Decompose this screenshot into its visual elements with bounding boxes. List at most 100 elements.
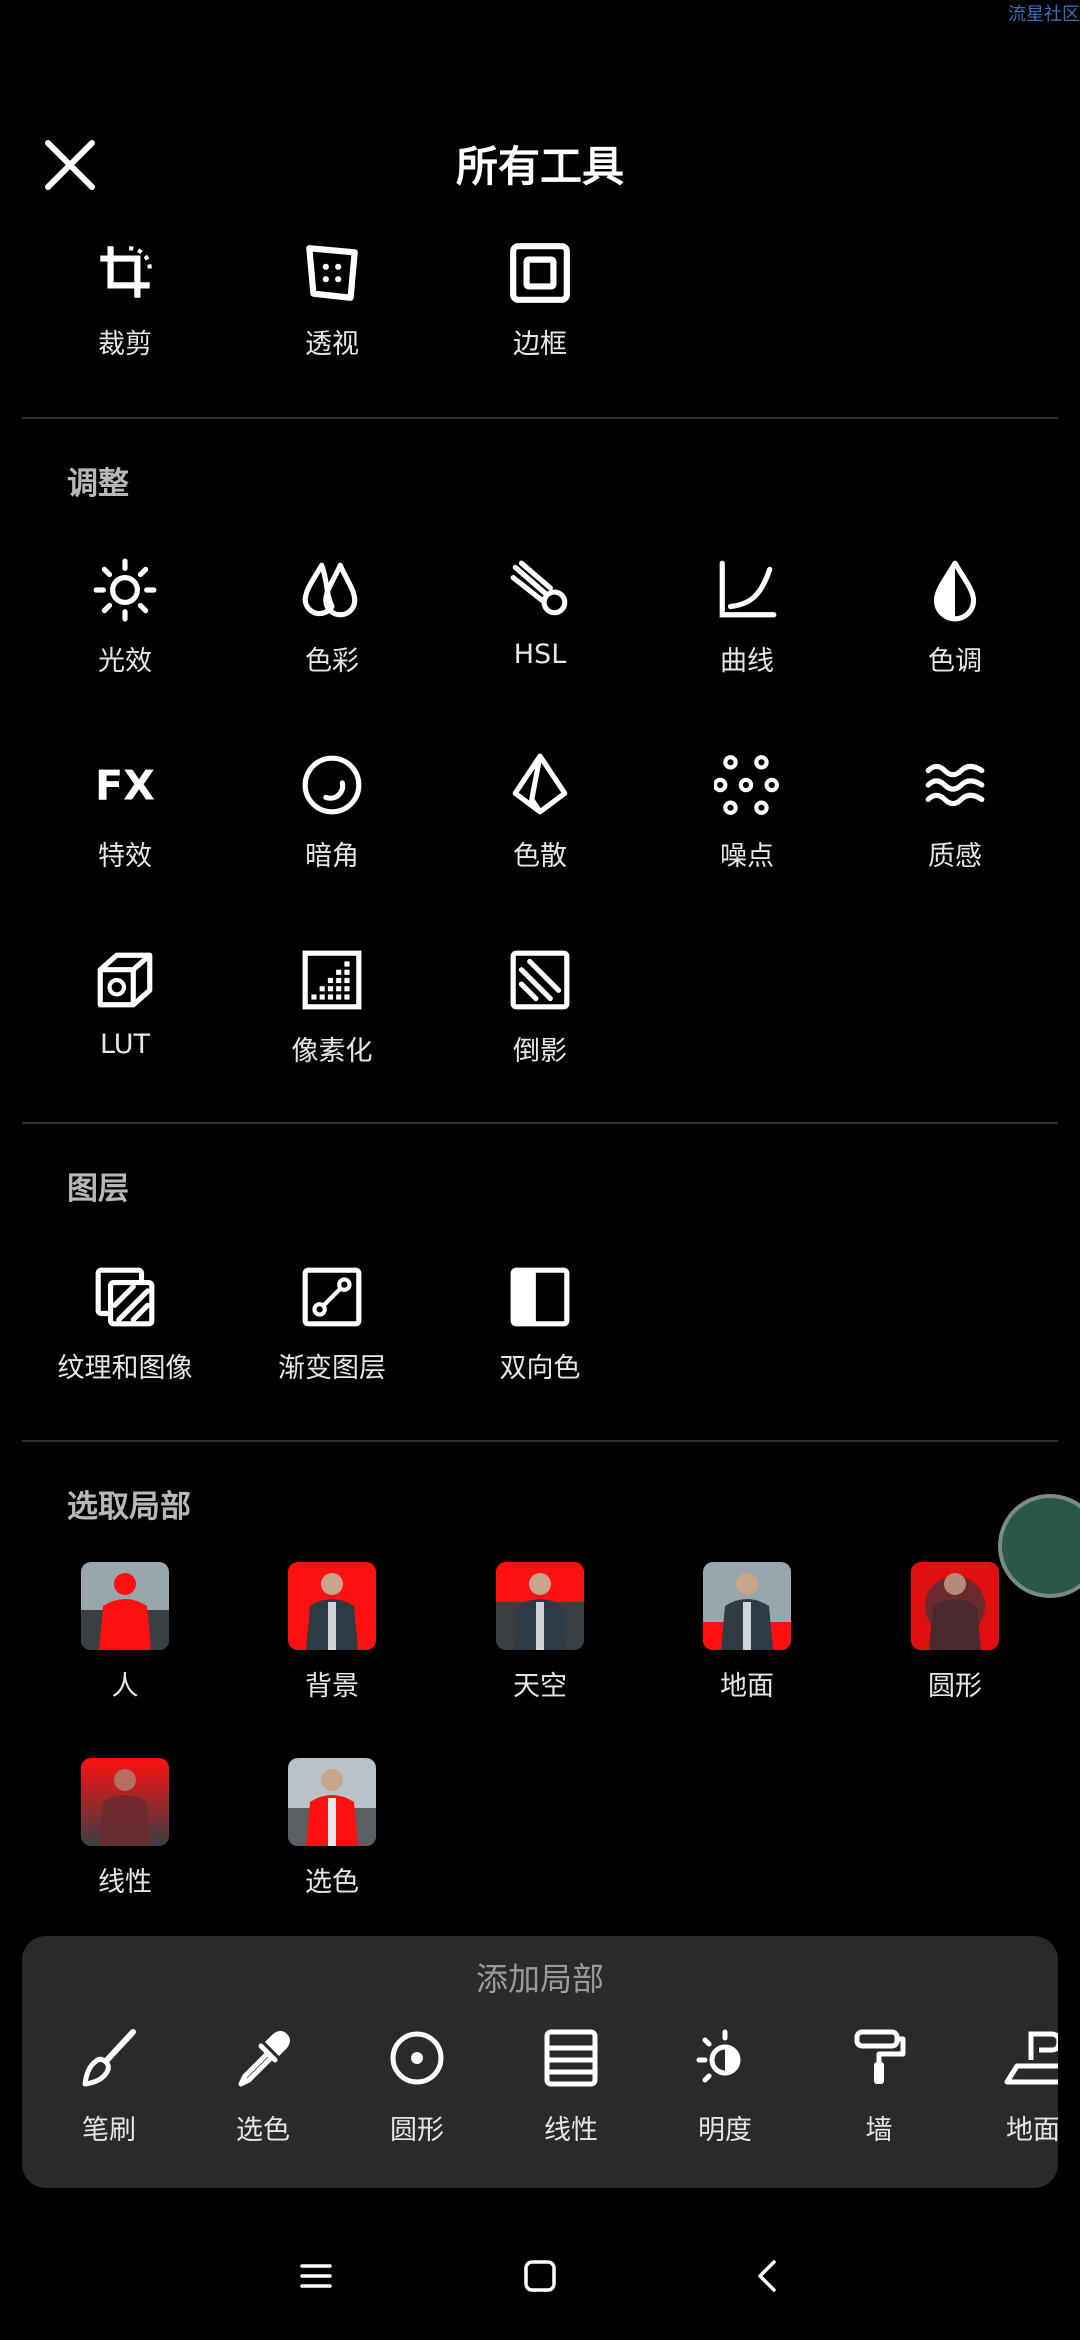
tool-label: 人	[111, 1671, 139, 1702]
add-brush-button[interactable]: 笔刷	[39, 2026, 179, 2147]
linear-thumbnail	[81, 1758, 169, 1846]
tool-crop[interactable]: 裁剪	[21, 238, 229, 361]
tool-label: 色彩	[305, 646, 359, 677]
noise-icon	[714, 755, 779, 815]
ground-thumbnail	[703, 1562, 791, 1650]
tool-label: 倒影	[513, 1036, 567, 1067]
brush-icon	[82, 2029, 136, 2087]
waves-icon	[925, 763, 985, 807]
local-ground[interactable]: 地面	[643, 1562, 851, 1703]
add-ground-button[interactable]: 地面	[963, 2026, 1058, 2147]
tool-noise[interactable]: 噪点	[643, 750, 851, 873]
tool-label: 圆形	[390, 2115, 444, 2146]
add-circle-button[interactable]: 圆形	[347, 2026, 487, 2147]
nav-home-button[interactable]	[510, 2246, 570, 2306]
frame-icon	[510, 243, 570, 303]
tool-color[interactable]: 色彩	[228, 555, 436, 678]
tool-light[interactable]: 光效	[21, 555, 229, 678]
tool-label: 渐变图层	[278, 1353, 386, 1384]
panel-title: 添加局部	[475, 1960, 604, 1998]
person-thumbnail	[81, 1562, 169, 1650]
paint-roller-icon	[854, 2029, 906, 2084]
local-background[interactable]: 背景	[228, 1562, 436, 1703]
tool-texture[interactable]: 质感	[851, 750, 1059, 873]
nav-back-button[interactable]	[738, 2246, 798, 2306]
tool-label: 特效	[98, 841, 152, 872]
drops-icon	[302, 562, 358, 618]
section-divider	[22, 417, 1058, 419]
tool-label: 背景	[305, 1671, 359, 1702]
texture-icon	[95, 1267, 155, 1327]
local-linear[interactable]: 线性	[21, 1758, 229, 1899]
tool-label: 地面	[720, 1671, 774, 1702]
add-wall-button[interactable]: 墙	[809, 2026, 949, 2147]
tool-label: 双向色	[499, 1353, 581, 1384]
svg-text:FX: FX	[95, 761, 155, 809]
pixelate-icon	[302, 950, 362, 1010]
section-divider	[22, 1122, 1058, 1124]
eyedropper-icon	[238, 2031, 290, 2087]
tool-frame[interactable]: 边框	[436, 238, 644, 361]
tool-curve[interactable]: 曲线	[643, 555, 851, 678]
nav-menu-button[interactable]	[286, 2246, 346, 2306]
tool-vignette[interactable]: 暗角	[228, 750, 436, 873]
watermark: 流星社区	[1008, 4, 1080, 25]
tool-hsl[interactable]: HSL	[436, 555, 644, 670]
tool-label: 裁剪	[98, 329, 152, 360]
cube-icon	[97, 952, 153, 1008]
tool-gradient-layer[interactable]: 渐变图层	[228, 1262, 436, 1385]
brightness-icon	[696, 2029, 741, 2083]
tool-label: 墙	[865, 2115, 893, 2146]
section-title-local: 选取局部	[67, 1489, 191, 1525]
tool-label: 圆形	[928, 1671, 982, 1702]
drop-half-icon	[933, 560, 977, 622]
select-color-thumbnail	[288, 1758, 376, 1846]
prism-icon	[512, 753, 568, 815]
tool-texture-image[interactable]: 纹理和图像	[21, 1262, 229, 1385]
add-eyedropper-button[interactable]: 选色	[193, 2026, 333, 2147]
tool-label: 地面	[1006, 2115, 1058, 2146]
tool-label: 边框	[513, 329, 567, 360]
page-title: 所有工具	[455, 142, 624, 191]
tool-pixelate[interactable]: 像素化	[228, 945, 436, 1068]
tool-label: 选色	[236, 2115, 290, 2146]
back-chevron-icon	[758, 2260, 776, 2292]
tool-label: HSL	[513, 639, 567, 670]
section-divider	[22, 1440, 1058, 1442]
background-thumbnail	[288, 1562, 376, 1650]
sun-icon	[93, 558, 157, 622]
tool-tone[interactable]: 色调	[851, 555, 1059, 678]
tool-label: 线性	[98, 1867, 152, 1898]
reflection-icon	[510, 950, 570, 1010]
ground-icon	[1004, 2031, 1058, 2085]
tool-label: 色调	[928, 646, 982, 677]
tool-label: 笔刷	[82, 2115, 136, 2146]
tool-label: 光效	[98, 646, 152, 677]
tool-label: 色散	[513, 841, 567, 872]
sky-thumbnail	[496, 1562, 584, 1650]
tool-duotone[interactable]: 双向色	[436, 1262, 644, 1385]
local-sky[interactable]: 天空	[436, 1562, 644, 1703]
tool-lut[interactable]: LUT	[21, 945, 229, 1060]
local-circle[interactable]: 圆形	[851, 1562, 1059, 1703]
tool-reflection[interactable]: 倒影	[436, 945, 644, 1068]
add-brightness-button[interactable]: 明度	[655, 2026, 795, 2147]
local-person[interactable]: 人	[21, 1562, 229, 1703]
tool-dispersion[interactable]: 色散	[436, 750, 644, 873]
tool-perspective[interactable]: 透视	[228, 238, 436, 361]
add-local-panel: 添加局部 笔刷 选色 圆形 线性 明度 墙 地面	[22, 1936, 1058, 2188]
circle-thumbnail	[911, 1562, 999, 1650]
tool-label: 线性	[544, 2115, 598, 2146]
tool-label: 曲线	[720, 646, 774, 677]
local-select-color[interactable]: 选色	[228, 1758, 436, 1899]
tool-label: 像素化	[291, 1036, 373, 1067]
add-linear-button[interactable]: 线性	[501, 2026, 641, 2147]
perspective-icon	[306, 245, 358, 301]
curve-icon	[719, 560, 777, 618]
linear-icon	[544, 2029, 598, 2087]
tool-label: 噪点	[720, 841, 774, 872]
tool-fx[interactable]: FX 特效	[21, 750, 229, 873]
fx-icon: FX	[95, 761, 155, 809]
crop-icon	[100, 246, 152, 298]
tool-label: 质感	[928, 841, 982, 872]
